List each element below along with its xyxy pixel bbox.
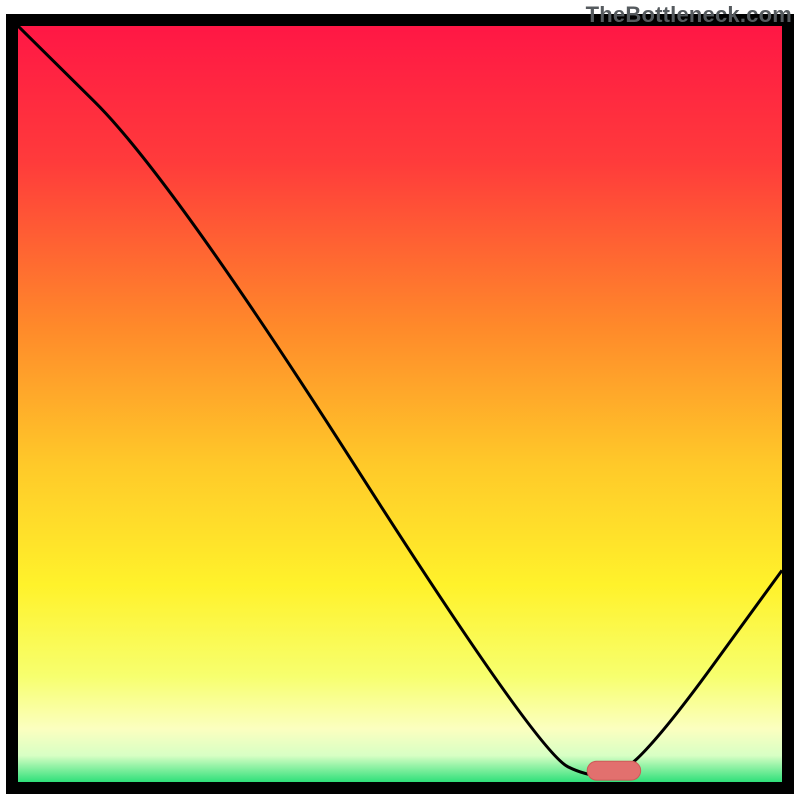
chart-figure: TheBottleneck.com bbox=[0, 0, 800, 800]
optimum-marker bbox=[587, 761, 640, 780]
watermark-text: TheBottleneck.com bbox=[586, 2, 792, 28]
plot-background bbox=[18, 26, 782, 782]
bottleneck-chart bbox=[0, 0, 800, 800]
